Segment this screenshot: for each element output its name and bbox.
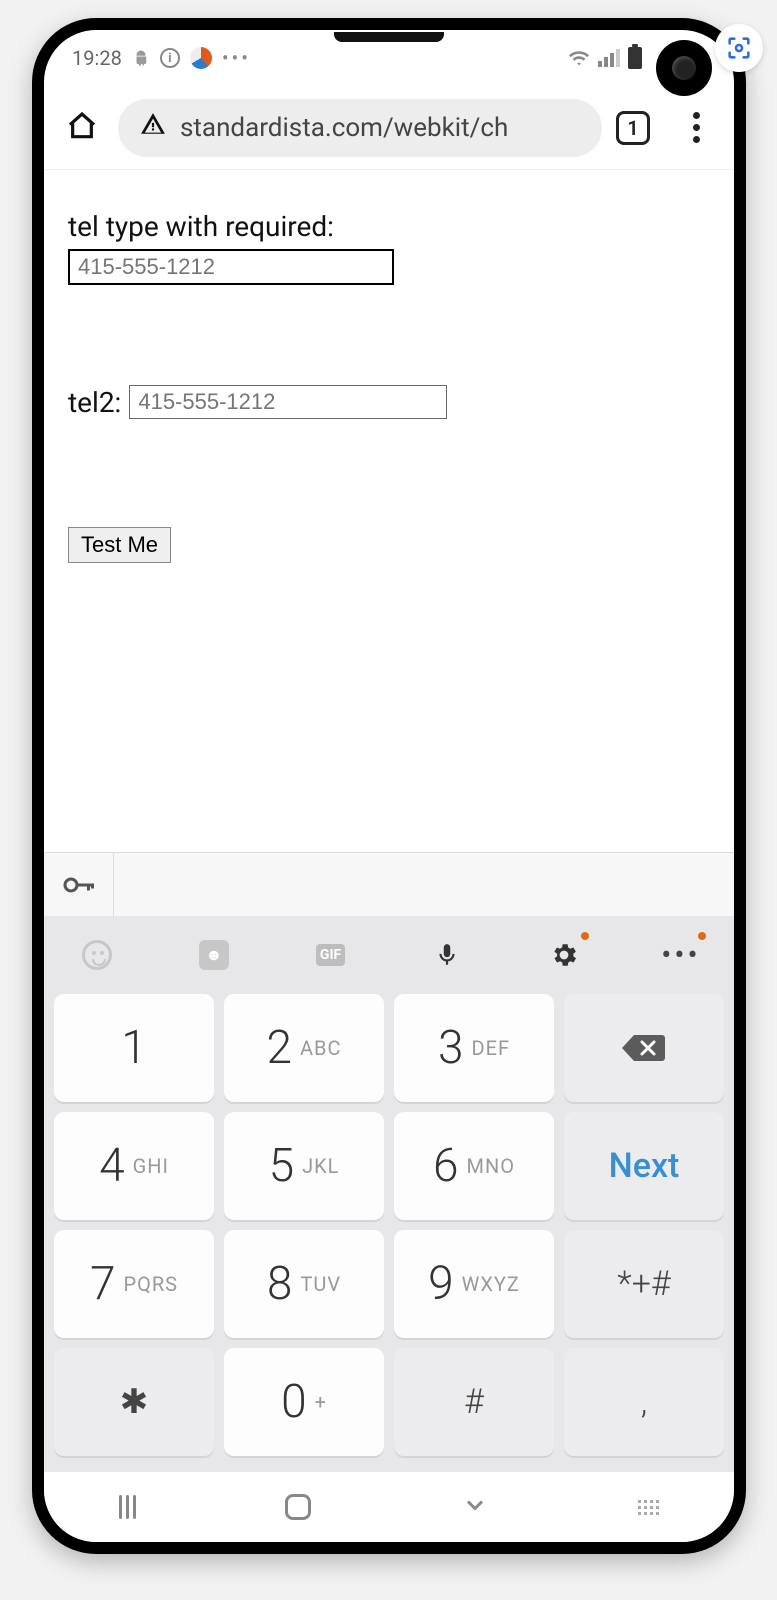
tabs-button[interactable]: 1 [616,111,660,145]
key-8[interactable]: 8TUV [224,1230,384,1338]
nav-back-button[interactable] [461,1491,489,1523]
phone-frame: 19:28 i ••• [32,18,746,1554]
swirl-icon [190,47,212,69]
key-5[interactable]: 5JKL [224,1112,384,1220]
key-1[interactable]: 1 [54,994,214,1102]
key-0[interactable]: 0+ [224,1348,384,1456]
system-nav-bar [44,1472,734,1542]
key-symbol-3-3[interactable]: , [564,1348,724,1456]
url-text: standardista.com/webkit/ch [180,113,508,143]
url-bar[interactable]: standardista.com/webkit/ch [118,99,602,157]
insecure-site-icon [140,111,166,144]
gif-icon[interactable]: GIF [310,934,352,976]
phone-screen: 19:28 i ••• [44,30,734,1542]
keyboard-toolbar: ☻ GIF ••• [54,934,724,994]
browser-toolbar: standardista.com/webkit/ch 1 [44,86,734,170]
tel2-label: tel2: [68,386,121,419]
key-3[interactable]: 3DEF [394,994,554,1102]
page-content: tel type with required: tel2: Test Me [44,170,734,852]
info-icon: i [160,48,180,68]
browser-menu-button[interactable] [674,112,718,143]
emoji-icon[interactable] [76,934,118,976]
tel1-input[interactable] [68,249,394,285]
keyboard-suggestion-strip [44,852,734,916]
clock-text: 19:28 [72,46,122,70]
android-icon [132,49,150,67]
soft-keyboard: ☻ GIF ••• 12ABC3DEF 4GHI5JKL6MNONext 7PQRS… [44,916,734,1472]
key-symbol-2-3[interactable]: *+# [564,1230,724,1338]
battery-icon [628,47,642,69]
speaker-grill [334,32,444,42]
tel2-input[interactable] [129,385,447,419]
key-backspace[interactable] [564,994,724,1102]
key-symbol-3-0[interactable]: ✱ [54,1348,214,1456]
keyboard-settings-icon[interactable] [543,934,585,976]
key-next[interactable]: Next [564,1112,724,1220]
test-me-button[interactable]: Test Me [68,527,171,563]
password-key-icon[interactable] [44,853,114,916]
key-symbol-3-2[interactable]: # [394,1348,554,1456]
key-4[interactable]: 4GHI [54,1112,214,1220]
screenshot-capture-icon[interactable] [715,24,763,72]
wifi-icon [568,47,590,69]
home-button[interactable] [60,110,104,146]
tab-count: 1 [627,116,638,140]
key-2[interactable]: 2ABC [224,994,384,1102]
key-9[interactable]: 9WXYZ [394,1230,554,1338]
nav-recents-button[interactable] [119,1495,136,1519]
key-6[interactable]: 6MNO [394,1112,554,1220]
key-7[interactable]: 7PQRS [54,1230,214,1338]
more-notifications-icon: ••• [222,46,251,70]
mic-icon[interactable] [426,934,468,976]
signal-icon [598,49,620,67]
nav-keyboard-switch-button[interactable] [638,1500,659,1515]
front-camera [656,40,712,96]
sticker-icon[interactable]: ☻ [193,934,235,976]
nav-home-button[interactable] [285,1494,311,1520]
keyboard-more-icon[interactable]: ••• [660,934,702,976]
tel1-label: tel type with required: [68,210,710,243]
